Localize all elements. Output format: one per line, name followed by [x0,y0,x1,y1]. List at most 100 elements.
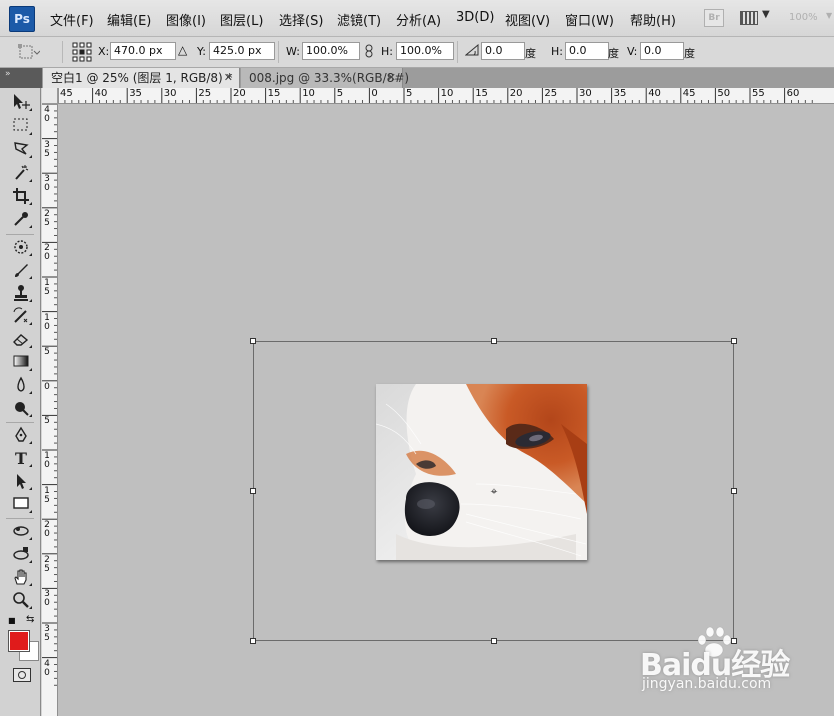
ruler-label: 10 [302,88,315,99]
tab-document-008jpg[interactable]: 008.jpg @ 33.3%(RGB/8#) ✕ [241,68,409,88]
width-field[interactable]: 100.0% [302,42,360,60]
ruler-label: 30 [44,174,50,194]
width-label: W: [286,45,300,58]
reference-point-icon[interactable] [72,42,92,62]
close-icon[interactable]: ✕ [387,68,396,88]
x-field[interactable]: 470.0 px [110,42,176,60]
options-separator [457,41,458,63]
tools-separator [6,234,34,235]
menu-window[interactable]: 窗口(W) [565,10,614,29]
ruler-label: 30 [163,88,177,99]
quick-mask-icon[interactable] [13,668,31,682]
ruler-label: 30 [44,589,50,609]
menu-view[interactable]: 视图(V) [505,10,550,29]
menu-filter[interactable]: 滤镜(T) [337,10,381,29]
link-icon[interactable] [365,44,373,61]
transform-handle-left[interactable] [250,488,256,494]
eyedropper-tool-icon[interactable] [9,210,33,230]
tab-label: 空白1 @ 25% (图层 1, RGB/8) * [51,71,233,85]
tools-separator [6,422,34,423]
menu-select[interactable]: 选择(S) [279,10,323,29]
red-panda-photo[interactable] [376,384,587,560]
ruler-label: 35 [44,624,50,643]
ruler-label: 20 [509,88,523,99]
transform-handle-top-right[interactable] [731,338,737,344]
panel-collapse-icon[interactable]: » [0,68,42,88]
hand-tool-icon[interactable] [9,568,33,588]
menu-edit[interactable]: 编辑(E) [107,10,151,29]
menu-bar: Ps 文件(F) 编辑(E) 图像(I) 图层(L) 选择(S) 滤镜(T) 分… [0,0,834,37]
transform-handle-right[interactable] [731,488,737,494]
gradient-tool-icon[interactable] [9,353,33,373]
zoom-tool-icon[interactable] [9,591,33,611]
chevron-down-icon: ▼ [762,9,770,20]
3d-orbit-tool-icon[interactable] [9,545,33,565]
ruler-label: 40 [94,88,108,99]
menu-layer[interactable]: 图层(L) [220,10,263,29]
clone-stamp-tool-icon[interactable] [9,284,33,304]
ruler-label: 45 [682,88,696,99]
lasso-tool-icon[interactable] [9,140,33,160]
vertical-ruler[interactable]: 40 35 30 25 20 15 10 5 0 5 10 15 20 25 30 35 40 [42,104,58,716]
menu-analysis[interactable]: 分析(A) [396,10,441,29]
screen-mode-button[interactable]: ▼ [740,9,774,25]
swap-colors-icon[interactable]: ⇆ [26,614,34,625]
spot-healing-tool-icon[interactable] [9,238,33,258]
horizontal-ruler[interactable]: 45 40 35 30 25 20 15 10 5 0 5 10 15 20 25 30 35 40 45 50 55 6… [58,88,834,104]
transform-handle-bottom-left[interactable] [250,638,256,644]
brush-tool-icon[interactable] [9,261,33,281]
move-tool-icon[interactable] [9,93,33,113]
ruler-label: 15 [267,88,281,99]
dodge-tool-icon[interactable] [9,399,33,419]
ruler-label: 15 [44,278,50,297]
eraser-tool-icon[interactable] [9,330,33,350]
zoom-level[interactable]: 100% [789,12,818,23]
default-colors-icon[interactable]: ■ [8,616,16,625]
ruler-label: 55 [752,88,765,99]
rotation-field[interactable]: 0.0 [481,42,525,60]
height-label: H: [381,45,393,58]
magic-wand-tool-icon[interactable] [9,164,33,184]
photoshop-logo[interactable]: Ps [9,6,35,32]
transform-tool-icon[interactable] [18,44,41,62]
tab-document-blank1[interactable]: 空白1 @ 25% (图层 1, RGB/8) * ✕ [43,68,240,88]
vskew-field[interactable]: 0.0 [640,42,684,60]
menu-image[interactable]: 图像(I) [166,10,206,29]
transform-handle-bottom[interactable] [491,638,497,644]
rectangle-shape-tool-icon[interactable] [9,495,33,515]
transform-handle-top[interactable] [491,338,497,344]
ruler-origin[interactable] [42,88,58,104]
tab-label: 008.jpg @ 33.3%(RGB/8#) [249,71,410,85]
hskew-field[interactable]: 0.0 [565,42,609,60]
rotate-angle-icon [464,43,479,59]
y-field[interactable]: 425.0 px [209,42,275,60]
blur-tool-icon[interactable] [9,376,33,396]
ruler-label: 5 [406,88,413,99]
relative-position-icon[interactable]: △ [178,43,187,57]
pen-tool-icon[interactable] [9,426,33,446]
transform-pivot-point-icon[interactable]: ⌖ [487,484,501,498]
foreground-color-swatch[interactable] [9,631,29,651]
ruler-label: 30 [579,88,592,99]
ruler-label: 35 [613,88,627,99]
ruler-label: 40 [648,88,661,99]
transform-handle-top-left[interactable] [250,338,256,344]
height-field[interactable]: 100.0% [396,42,454,60]
path-selection-tool-icon[interactable] [9,472,33,492]
marquee-tool-icon[interactable] [9,117,33,137]
crop-tool-icon[interactable] [9,187,33,207]
canvas-area[interactable]: ⌖ [58,104,834,716]
tools-separator [6,518,34,519]
type-tool-icon[interactable]: T [9,449,33,469]
ruler-label: 15 [44,485,50,505]
bridge-button[interactable]: Br [704,9,724,27]
ruler-label: 35 [44,139,50,159]
ruler-label: 20 [44,520,50,540]
menu-3d[interactable]: 3D(D) [456,10,494,25]
close-icon[interactable]: ✕ [224,68,233,88]
menu-help[interactable]: 帮助(H) [630,10,676,29]
menu-file[interactable]: 文件(F) [50,10,94,29]
3d-rotate-tool-icon[interactable] [9,522,33,542]
history-brush-tool-icon[interactable] [9,307,33,327]
ruler-label: 15 [475,88,488,99]
